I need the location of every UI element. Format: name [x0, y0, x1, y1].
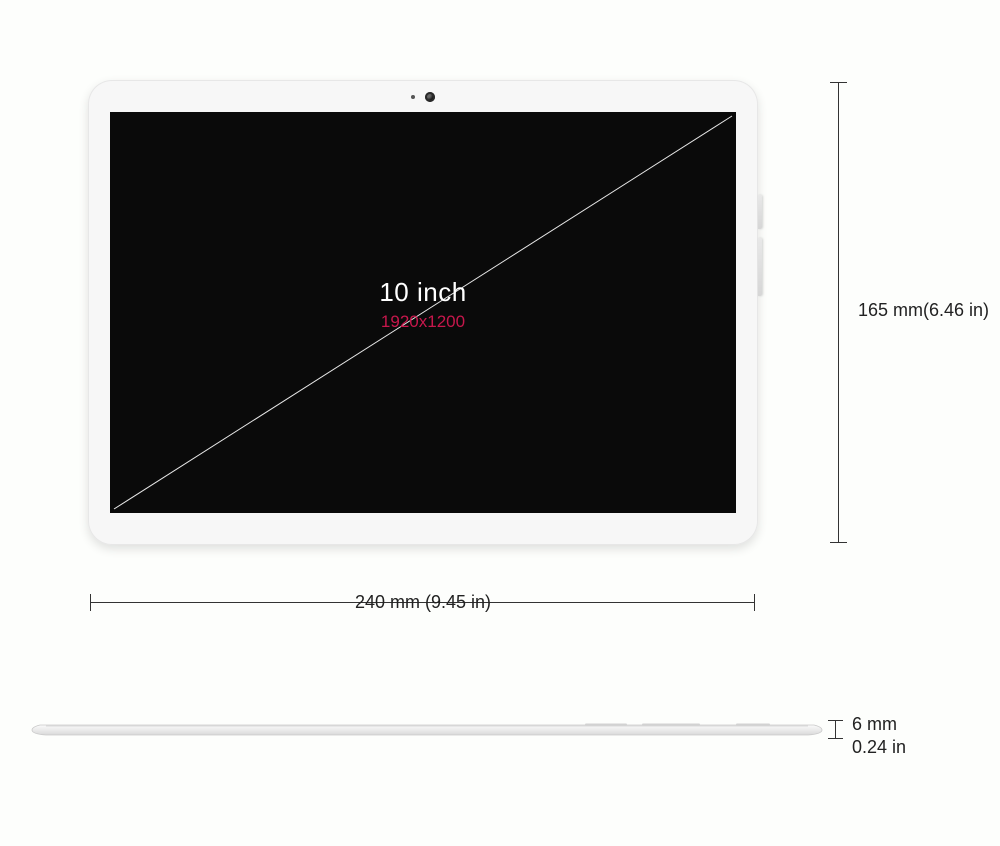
tablet-front: 10 inch 1920x1200 [88, 80, 758, 545]
height-guide-cap-bottom [830, 542, 847, 543]
side-button-top [758, 195, 762, 229]
width-dimension-label: 240 mm (9.45 in) [0, 592, 846, 613]
thickness-guide-cap-top [828, 720, 843, 721]
thickness-dimension-label: 6 mm 0.24 in [852, 713, 906, 758]
sensor-dot-icon [411, 95, 415, 99]
front-camera-icon [425, 92, 435, 102]
height-guide-line [838, 82, 839, 542]
thickness-mm: 6 mm [852, 714, 897, 734]
screen-label-block: 10 inch 1920x1200 [379, 277, 466, 333]
screen-resolution-text: 1920x1200 [379, 311, 466, 332]
height-dimension-label: 165 mm(6.46 in) [858, 300, 989, 321]
thickness-in: 0.24 in [852, 737, 906, 757]
tablet-profile [30, 718, 824, 740]
side-button-bottom [758, 238, 762, 296]
height-guide-cap-top [830, 82, 847, 83]
screen-diagonal-text: 10 inch [379, 277, 466, 310]
tablet-screen: 10 inch 1920x1200 [110, 112, 736, 513]
thickness-guide-cap-bottom [828, 738, 843, 739]
thickness-guide-line [835, 720, 836, 738]
camera-cluster [411, 92, 435, 102]
